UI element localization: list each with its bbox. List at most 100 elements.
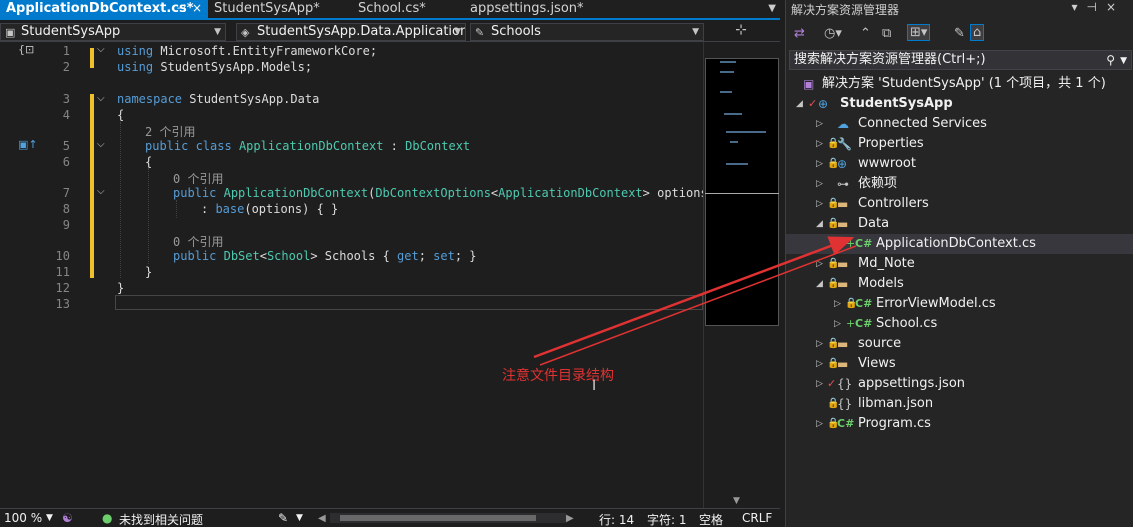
collapsed-arrow-icon[interactable]: ▷ <box>816 374 823 394</box>
tab-studentsysapp[interactable]: StudentSysApp* <box>208 0 350 18</box>
minimap-viewport[interactable] <box>705 58 779 194</box>
line-number: 1 <box>62 44 70 58</box>
collapsed-arrow-icon[interactable]: ▷ <box>816 354 823 374</box>
cleanup-brush-icon[interactable]: ✎ <box>278 511 288 525</box>
codelens-references[interactable]: 0 个引用 <box>173 233 223 250</box>
tree-item-school[interactable]: ▷ + C# School.cs <box>786 314 1133 334</box>
project-dropdown[interactable]: ▣ StudentSysApp ▼ <box>0 23 226 41</box>
code-text-area[interactable]: {⊡ ▣↑ ⌵ ⌵ ⌵ ⌵ 1 2 3 4 5 6 7 8 9 10 11 12… <box>0 42 703 508</box>
column-indicator[interactable]: 字符: 1 <box>647 511 687 527</box>
tree-item-dependencies[interactable]: ▷ ⊶ 依赖项 <box>786 174 1133 194</box>
horizontal-scrollbar[interactable] <box>330 513 566 523</box>
collapsed-arrow-icon[interactable]: ▷ <box>816 414 823 434</box>
scroll-down-icon[interactable]: ▼ <box>733 496 740 506</box>
search-icon[interactable]: ⚲ <box>1106 51 1115 69</box>
show-all-files-icon[interactable]: ⊞▾ <box>907 24 931 41</box>
navigation-bar: ▣ StudentSysApp ▼ ◈ StudentSysApp.Data.A… <box>0 22 780 42</box>
tree-item-properties[interactable]: ▷ 🔒 🔧 Properties <box>786 134 1133 154</box>
fold-icon[interactable]: ⌵ <box>97 44 105 55</box>
history-icon[interactable]: ◷▾ <box>824 26 842 41</box>
tree-item-errorviewmodel[interactable]: ▷ 🔒 C# ErrorViewModel.cs <box>786 294 1133 314</box>
tree-item-program[interactable]: ▷ 🔒 C# Program.cs <box>786 414 1133 434</box>
close-icon[interactable]: × <box>1106 0 1125 14</box>
issues-status[interactable]: 未找到相关问题 <box>119 511 203 527</box>
tab-school[interactable]: School.cs* <box>352 0 462 18</box>
implementation-icon[interactable]: ▣↑ <box>18 138 38 151</box>
globe-icon: ⊕ <box>837 157 848 171</box>
code-line: using StudentSysApp.Models; <box>117 60 313 74</box>
tab-overflow-icon[interactable]: ▼ <box>768 0 776 18</box>
preview-icon[interactable]: ⌂ <box>970 24 985 41</box>
collapsed-arrow-icon[interactable]: ▷ <box>816 254 823 274</box>
whitespace-indicator[interactable]: 空格 <box>699 511 723 527</box>
tree-item-source[interactable]: ▷ 🔒 ▬ source <box>786 334 1133 354</box>
tree-item-project[interactable]: ◢ ✓ ⊕ StudentSysApp <box>786 94 1133 114</box>
collapse-icon[interactable]: ⌃ <box>860 26 871 41</box>
tree-item-applicationdbcontext[interactable]: ▷ + C# ApplicationDbContext.cs <box>786 234 1133 254</box>
sync-icon[interactable]: ⇄ <box>794 26 805 41</box>
tree-item-connected-services[interactable]: ▷ ☁ Connected Services <box>786 114 1133 134</box>
expanded-arrow-icon[interactable]: ◢ <box>796 94 803 114</box>
properties-wrench-icon[interactable]: ✎ <box>954 26 965 41</box>
tree-item-wwwroot[interactable]: ▷ 🔒 ⊕ wwwroot <box>786 154 1133 174</box>
close-icon[interactable]: × <box>192 0 202 17</box>
tree-item-views[interactable]: ▷ 🔒 ▬ Views <box>786 354 1133 374</box>
collapsed-arrow-icon[interactable]: ▷ <box>816 154 823 174</box>
minimap-scrollbar[interactable] <box>703 42 780 508</box>
collapsed-arrow-icon[interactable]: ▷ <box>834 314 841 334</box>
tree-item-controllers[interactable]: ▷ 🔒 ▬ Controllers <box>786 194 1133 214</box>
tree-item-solution[interactable]: ▣ 解决方案 'StudentSysApp' (1 个项目，共 1 个) <box>786 74 1133 94</box>
text-cursor-icon: I <box>592 378 597 394</box>
change-marker <box>90 94 94 278</box>
code-line: public DbSet<School> Schools { get; set;… <box>173 249 477 263</box>
tree-item-md-note[interactable]: ▷ 🔒 ▬ Md_Note <box>786 254 1133 274</box>
horizontal-scroll-thumb[interactable] <box>340 515 536 521</box>
collapsed-arrow-icon[interactable]: ▷ <box>834 294 841 314</box>
chevron-down-icon[interactable]: ▼ <box>296 513 303 523</box>
codelens-references[interactable]: 0 个引用 <box>173 170 223 187</box>
fold-icon[interactable]: ⌵ <box>97 93 105 104</box>
tree-item-data[interactable]: ◢ 🔒 ▬ Data <box>786 214 1133 234</box>
scroll-left-icon[interactable]: ◀ <box>318 513 326 524</box>
fold-icon[interactable]: ⌵ <box>97 186 105 197</box>
copilot-icon[interactable]: ☯ <box>62 511 73 525</box>
code-line: using Microsoft.EntityFrameworkCore; <box>117 44 378 58</box>
pin-icon[interactable]: ⊣ <box>176 0 186 17</box>
tree-item-models[interactable]: ◢ 🔒 ▬ Models <box>786 274 1133 294</box>
scroll-right-icon[interactable]: ▶ <box>566 513 574 524</box>
expanded-arrow-icon[interactable]: ◢ <box>816 274 823 294</box>
class-dropdown[interactable]: ◈ StudentSysApp.Data.ApplicationDb ▼ <box>236 23 466 41</box>
pin-icon[interactable]: ⊣ <box>1086 0 1105 14</box>
added-icon: + <box>846 237 856 250</box>
collapsed-arrow-icon[interactable]: ▷ <box>816 134 823 154</box>
collapsed-arrow-icon[interactable]: ▷ <box>816 194 823 214</box>
zoom-level[interactable]: 100 % <box>4 511 42 525</box>
chevron-down-icon[interactable]: ▼ <box>46 513 53 523</box>
collapsed-arrow-icon[interactable]: ▷ <box>834 234 841 254</box>
dropdown-icon[interactable]: ▾ <box>1071 0 1086 14</box>
codelens-references[interactable]: 2 个引用 <box>145 123 195 140</box>
member-dropdown[interactable]: ✎ Schools ▼ <box>470 23 704 41</box>
collapsed-arrow-icon[interactable]: ▷ <box>816 114 823 134</box>
collapsed-arrow-icon[interactable]: ▷ <box>816 334 823 354</box>
expanded-arrow-icon[interactable]: ◢ <box>816 214 823 234</box>
code-line: public ApplicationDbContext(DbContextOpt… <box>173 186 703 200</box>
chevron-down-icon[interactable]: ▼ <box>1120 52 1127 70</box>
line-indicator[interactable]: 行: 14 <box>599 511 634 527</box>
tree-item-libman[interactable]: 🔒 {} libman.json <box>786 394 1133 414</box>
tab-appsettings[interactable]: appsettings.json* <box>464 0 604 18</box>
line-number: 3 <box>62 92 70 106</box>
line-ending-indicator[interactable]: CRLF <box>742 511 772 525</box>
copy-icon[interactable]: ⧉ <box>882 26 891 41</box>
tree-item-appsettings[interactable]: ▷ ✓ {} appsettings.json <box>786 374 1133 394</box>
collapsed-arrow-icon[interactable]: ▷ <box>816 174 823 194</box>
fold-icon[interactable]: ⌵ <box>97 139 105 150</box>
solution-icon: ▣ <box>803 77 815 91</box>
tab-applicationdbcontext[interactable]: ApplicationDbContext.cs* ⊣ × <box>0 0 208 20</box>
line-number: 8 <box>62 202 70 216</box>
quick-actions-icon[interactable]: {⊡ <box>18 43 34 56</box>
split-editor-icon[interactable]: ⊹ <box>732 22 750 42</box>
class-dropdown-label: StudentSysApp.Data.ApplicationDb <box>257 24 466 39</box>
search-input[interactable]: 搜索解决方案资源管理器(Ctrl+;) ⚲ ▼ <box>789 50 1132 70</box>
line-number: 7 <box>62 186 70 200</box>
